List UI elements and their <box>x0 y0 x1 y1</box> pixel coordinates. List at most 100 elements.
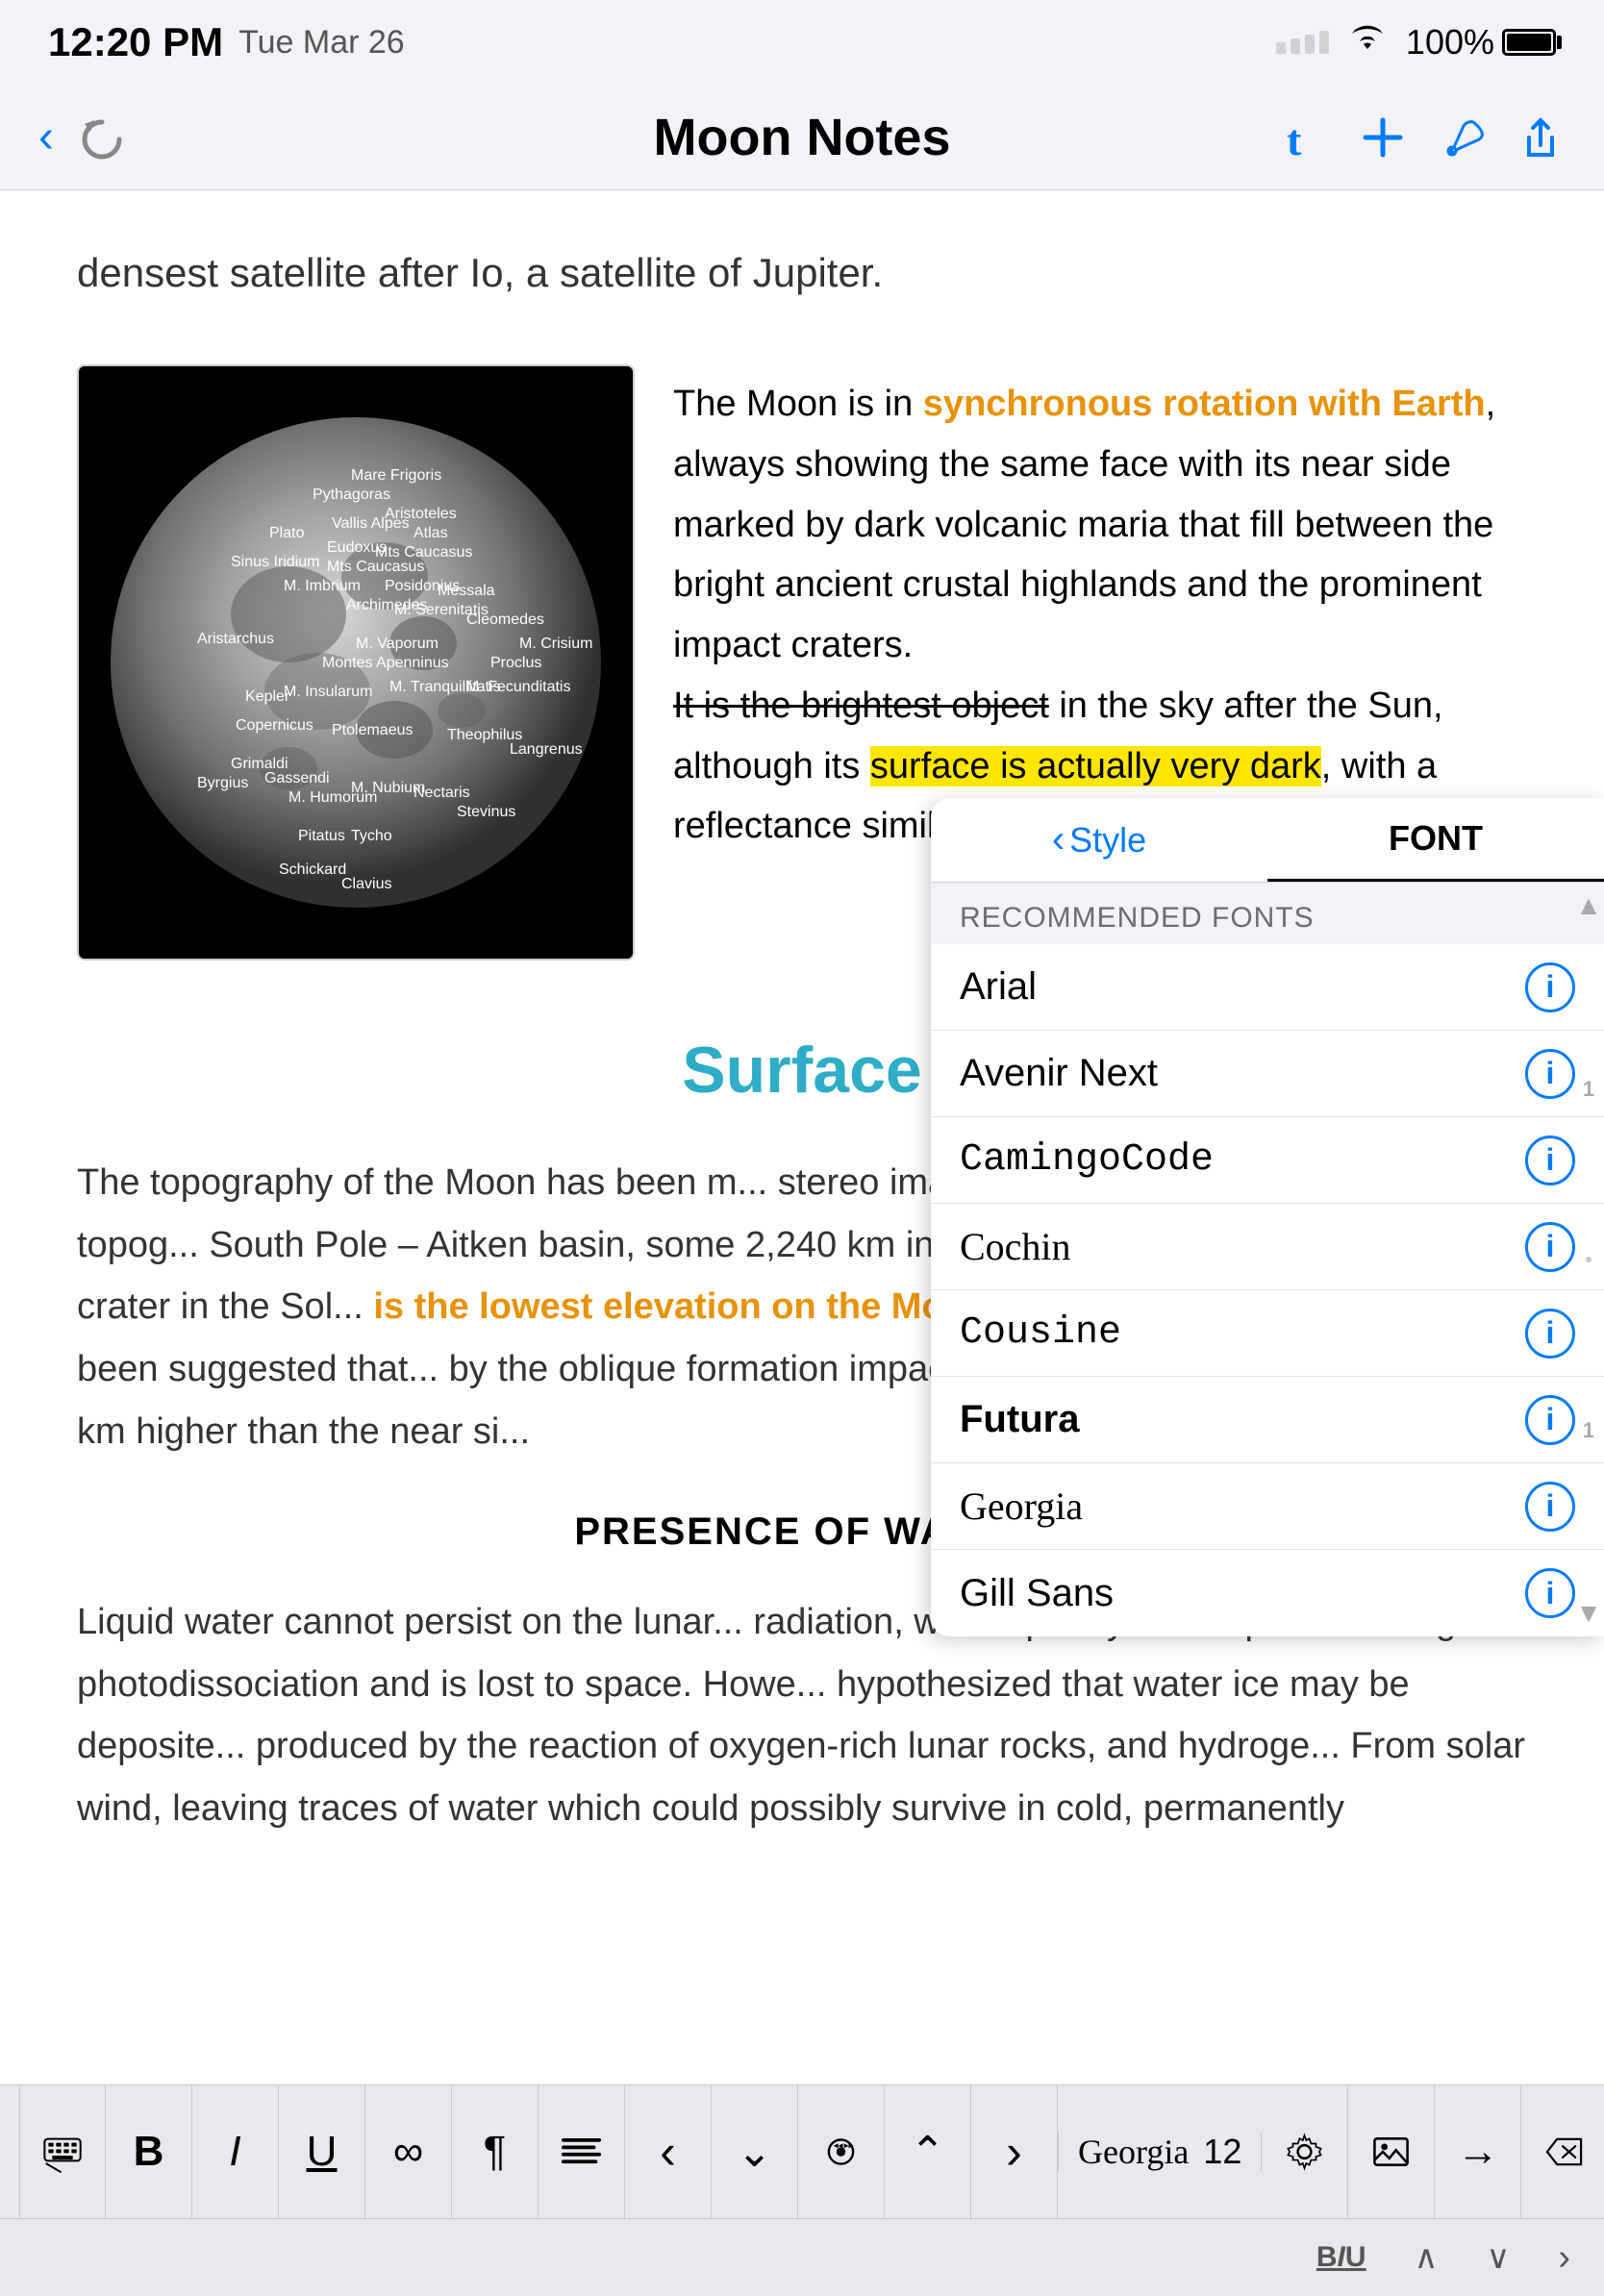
keyboard-toggle-button[interactable] <box>19 2085 106 2218</box>
nav-right-button[interactable]: › <box>971 2085 1058 2218</box>
toolbar-row-1: B I U ∞ ¶ ‹ ⌄ <box>0 2085 1604 2219</box>
underline-button[interactable]: U <box>279 2085 365 2218</box>
font-list-item[interactable]: Georgia i <box>931 1463 1604 1550</box>
font-section-header: RECOMMENDED FONTS <box>931 883 1604 944</box>
font-name-cochin: Cochin <box>960 1224 1071 1269</box>
svg-text:t: t <box>1287 115 1302 162</box>
font-info-camingo[interactable]: i <box>1525 1136 1575 1185</box>
tumblr-icon[interactable]: t <box>1279 112 1329 162</box>
link-button[interactable]: ∞ <box>365 2085 452 2218</box>
nav-bar: ‹ Moon Notes t <box>0 85 1604 190</box>
status-time: 12:20 PM <box>48 19 223 65</box>
lowest-elevation-text: is the lowest elevation on the Moon <box>363 1286 989 1327</box>
nav-prev-button[interactable]: ‹ <box>625 2085 712 2218</box>
svg-text:Mts Caucasus: Mts Caucasus <box>375 544 472 561</box>
font-list-item[interactable]: Cochin i <box>931 1204 1604 1290</box>
style-tab-label: Style <box>1069 820 1146 861</box>
nav-right: t <box>1279 112 1566 162</box>
audio-button[interactable]: ◀◀ ▶▶ <box>798 2085 885 2218</box>
font-panel-tabs: ‹ Style FONT <box>931 798 1604 883</box>
current-font-size: 12 <box>1203 2132 1241 2172</box>
svg-text:Clavius: Clavius <box>341 876 391 892</box>
font-info-gillsans[interactable]: i <box>1525 1568 1575 1618</box>
font-list-item[interactable]: Arial i <box>931 944 1604 1031</box>
svg-text:Sinus Iridium: Sinus Iridium <box>231 554 319 570</box>
svg-text:Montes Apenninus: Montes Apenninus <box>322 655 449 671</box>
svg-text:M. Imbrium: M. Imbrium <box>284 578 361 594</box>
svg-text:Vallis Alpes: Vallis Alpes <box>332 515 410 532</box>
moon-image: Mare Frigoris Pythagoras Plato Aristotel… <box>77 364 635 961</box>
row2-up-button[interactable]: ∧ <box>1400 2238 1453 2277</box>
image-button[interactable] <box>1348 2085 1435 2218</box>
settings-gear-icon <box>1285 2129 1324 2175</box>
svg-text:Cleomedes: Cleomedes <box>466 611 544 628</box>
intro-paragraph: densest satellite after Io, a satellite … <box>77 238 1527 307</box>
nav-down-button[interactable]: ⌄ <box>712 2085 798 2218</box>
font-list-item[interactable]: Gill Sans i <box>931 1550 1604 1636</box>
svg-text:Kepler: Kepler <box>245 688 290 705</box>
undo-button[interactable] <box>73 109 131 166</box>
delete-button[interactable] <box>1521 2085 1604 2218</box>
toolbar-row-2: BIU ∧ ∨ › <box>0 2219 1604 2296</box>
font-info-arial[interactable]: i <box>1525 962 1575 1012</box>
scroll-down-arrow[interactable]: ▼ <box>1575 1598 1602 1629</box>
scroll-num-1: 1 <box>1583 1077 1594 1102</box>
scroll-divider <box>1586 1257 1591 1262</box>
svg-text:◀◀: ◀◀ <box>834 2142 843 2149</box>
battery-icon <box>1502 29 1556 56</box>
svg-text:Nectaris: Nectaris <box>414 785 470 801</box>
svg-text:Schickard: Schickard <box>279 861 346 878</box>
bottom-toolbar: B I U ∞ ¶ ‹ ⌄ <box>0 2084 1604 2296</box>
svg-text:M. Crisium: M. Crisium <box>519 636 592 652</box>
wifi-icon <box>1346 22 1389 63</box>
nav-up-button[interactable]: ⌃ <box>885 2085 971 2218</box>
font-panel: ‹ Style FONT RECOMMENDED FONTS Arial i A… <box>931 798 1604 1636</box>
battery-percent: 100% <box>1406 22 1494 62</box>
svg-text:M. Insularum: M. Insularum <box>284 684 372 700</box>
font-info-georgia[interactable]: i <box>1525 1482 1575 1532</box>
status-right: 100% <box>1276 22 1556 63</box>
italic-button[interactable]: I <box>192 2085 279 2218</box>
font-panel-scrollbar[interactable]: ▲ 1 1 ▼ <box>1585 883 1592 1636</box>
font-settings-button[interactable] <box>1262 2085 1348 2218</box>
align-icon <box>562 2134 601 2170</box>
current-font-name: Georgia <box>1078 2132 1189 2172</box>
svg-text:Messala: Messala <box>438 583 495 599</box>
font-list-item[interactable]: CamingoCode i <box>931 1117 1604 1204</box>
svg-text:Copernicus: Copernicus <box>236 717 313 734</box>
biu-button[interactable]: BIU <box>1302 2241 1381 2274</box>
font-name-futura: Futura <box>960 1398 1079 1441</box>
moon-text-2: , always showing the same face with its … <box>673 384 1495 665</box>
font-list-item[interactable]: Avenir Next i <box>931 1031 1604 1117</box>
svg-text:Stevinus: Stevinus <box>457 804 515 820</box>
paragraph-button[interactable]: ¶ <box>452 2085 539 2218</box>
font-tab-label: FONT <box>1389 818 1483 859</box>
bold-button[interactable]: B <box>106 2085 192 2218</box>
back-button[interactable]: ‹ <box>38 114 54 161</box>
status-bar: 12:20 PM Tue Mar 26 100% <box>0 0 1604 85</box>
svg-text:▶▶: ▶▶ <box>844 2142 854 2149</box>
font-info-avenir[interactable]: i <box>1525 1049 1575 1099</box>
font-list-item[interactable]: Cousine i <box>931 1290 1604 1377</box>
style-tab[interactable]: ‹ Style <box>931 798 1267 882</box>
synchronous-rotation-text: synchronous rotation with Earth <box>923 384 1486 424</box>
font-name-avenir: Avenir Next <box>960 1052 1158 1095</box>
font-info-futura[interactable]: i <box>1525 1395 1575 1445</box>
svg-text:Byrgius: Byrgius <box>197 775 248 791</box>
share-icon[interactable] <box>1516 112 1566 162</box>
settings-wrench-icon[interactable] <box>1437 112 1487 162</box>
align-button[interactable] <box>539 2085 625 2218</box>
row2-right-button[interactable]: › <box>1543 2237 1585 2279</box>
font-name-gillsans: Gill Sans <box>960 1572 1114 1615</box>
font-info-cochin[interactable]: i <box>1525 1222 1575 1272</box>
svg-text:Pitatus: Pitatus <box>298 828 345 844</box>
font-info-cousine[interactable]: i <box>1525 1309 1575 1359</box>
svg-text:Proclus: Proclus <box>490 655 541 671</box>
font-tab[interactable]: FONT <box>1267 798 1604 882</box>
insert-right-button[interactable]: → <box>1435 2085 1521 2218</box>
row2-down-button[interactable]: ∨ <box>1471 2238 1524 2277</box>
scroll-up-arrow[interactable]: ▲ <box>1575 890 1602 921</box>
add-icon[interactable] <box>1358 112 1408 162</box>
font-list-item[interactable]: Futura i <box>931 1377 1604 1463</box>
image-icon <box>1371 2129 1411 2175</box>
